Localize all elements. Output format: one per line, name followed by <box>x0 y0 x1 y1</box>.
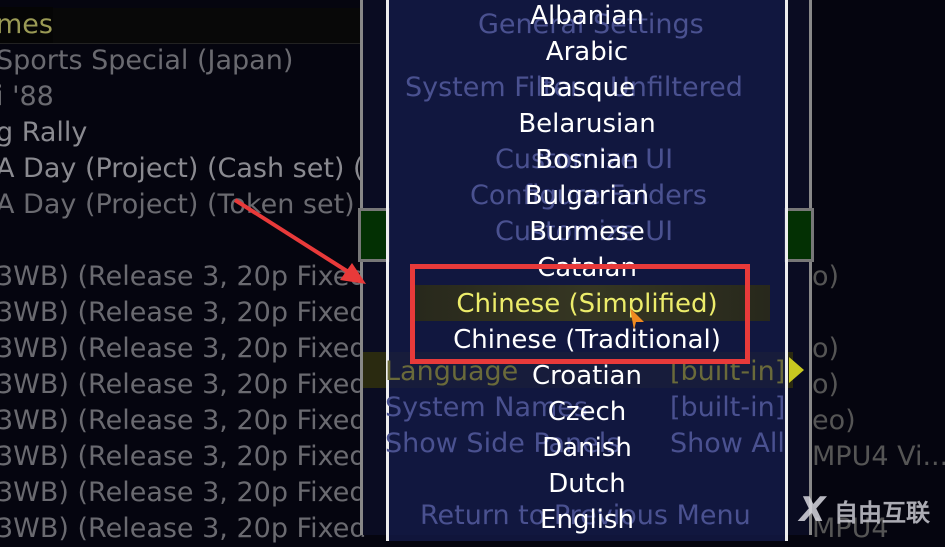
left-green-block <box>358 208 390 262</box>
watermark-logo: X 自由互联 <box>799 490 930 530</box>
language-option[interactable]: Arabic <box>546 37 628 67</box>
language-option[interactable]: Dutch <box>548 469 625 499</box>
language-option[interactable]: Croatian <box>532 361 642 391</box>
right-column-text: eo) <box>812 405 856 436</box>
game-list-row[interactable]: A Day (Project) (Token set) (P <box>0 187 390 223</box>
language-option[interactable]: Chinese (Traditional) <box>453 325 721 355</box>
language-option[interactable]: Danish <box>542 433 632 463</box>
language-option[interactable]: Belarusian <box>518 109 655 139</box>
game-list-row[interactable]: 3WB) (Release 3, 20p Fixed <box>0 295 367 331</box>
right-column-text: MPU4 Vi... <box>812 441 945 472</box>
right-column-text: o) <box>812 369 840 400</box>
list-header-bar <box>0 8 380 44</box>
game-list-row[interactable]: 3WB) (Release 3, 20p Fixed <box>0 475 367 511</box>
game-list-row[interactable]: i '88 <box>0 79 54 115</box>
menu-system-names-value: [built-in] <box>670 392 786 423</box>
language-option[interactable]: Basque <box>539 73 635 103</box>
language-option[interactable]: Chinese (Simplified) <box>456 289 717 319</box>
game-list-row[interactable]: 3WB) (Release 3, 20p Fixed <box>0 259 367 295</box>
right-column-text: o) <box>812 333 840 364</box>
game-list-row[interactable]: 3WB) (Release 3, 20p Fixed <box>0 511 367 547</box>
right-column-text: o) <box>812 261 840 292</box>
game-list-row[interactable]: 3WB) (Release 3, 20p Fixed <box>0 439 367 475</box>
right-green-block <box>784 208 814 262</box>
language-option[interactable]: Czech <box>548 397 627 427</box>
game-list-row[interactable]: 3WB) (Release 3, 20p Fixed <box>0 367 367 403</box>
submenu-arrow-icon[interactable] <box>789 357 804 383</box>
menu-side-panels-value: Show All <box>670 428 785 459</box>
game-list-row[interactable]: Sports Special (Japan) <box>0 43 293 79</box>
language-option[interactable]: Bosnian <box>535 145 638 175</box>
game-list-row[interactable]: A Day (Project) (Cash set) (PR <box>0 151 399 187</box>
game-list-row[interactable]: 3WB) (Release 3, 20p Fixed <box>0 331 367 367</box>
language-option[interactable]: Catalan <box>537 253 637 283</box>
language-option[interactable]: English <box>540 505 634 535</box>
menu-language-value: [built-in] <box>670 356 786 387</box>
menu-language[interactable]: Language <box>385 357 518 387</box>
language-option[interactable]: Burmese <box>529 217 644 247</box>
language-option[interactable]: Bulgarian <box>525 181 649 211</box>
language-option[interactable]: Albanian <box>530 1 644 31</box>
list-header: mes <box>0 7 53 43</box>
game-list-row[interactable]: g Rally <box>0 115 87 151</box>
x-logo-icon: X <box>799 490 826 530</box>
game-list-row[interactable]: 3WB) (Release 3, 20p Fixed <box>0 403 367 439</box>
